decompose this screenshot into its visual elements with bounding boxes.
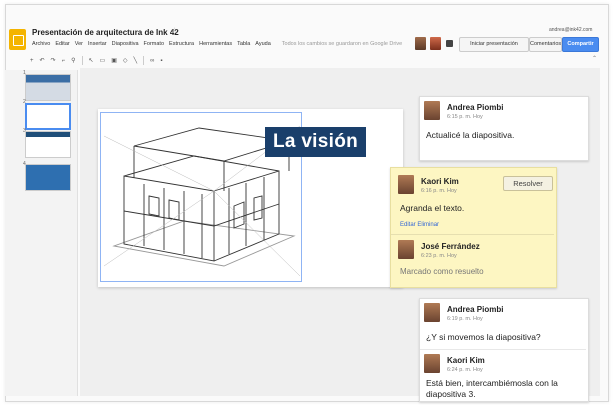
save-status: Todos los cambios se guardaron en Google… bbox=[281, 41, 403, 47]
comment-time: 6:16 p. m. Hoy bbox=[421, 188, 457, 194]
menu-ayuda[interactable]: Ayuda bbox=[255, 41, 271, 47]
toolbar-divider bbox=[143, 56, 145, 65]
menu-archivo[interactable]: Archivo bbox=[32, 41, 50, 47]
comment-author: Andrea Piombi bbox=[447, 103, 504, 112]
paint-format-icon[interactable]: ⌐ bbox=[62, 58, 66, 64]
menu-estructura[interactable]: Estructura bbox=[169, 41, 194, 47]
present-button[interactable]: Iniciar presentación bbox=[459, 37, 529, 52]
menu-tabla[interactable]: Tabla bbox=[237, 41, 250, 47]
slide-thumbnail-1[interactable] bbox=[25, 74, 71, 101]
zoom-icon[interactable]: ⚲ bbox=[71, 57, 75, 64]
resolved-status: Marcado como resuelto bbox=[400, 267, 484, 276]
reply-author: José Ferrández bbox=[421, 242, 480, 251]
divider bbox=[391, 234, 554, 235]
reply-author: Kaori Kim bbox=[447, 356, 485, 365]
avatar bbox=[398, 175, 414, 194]
toolbar-divider bbox=[81, 56, 83, 65]
avatar bbox=[424, 354, 440, 373]
comment-card[interactable] bbox=[419, 96, 589, 161]
comment-actions: Editar Eliminar bbox=[400, 222, 439, 228]
edit-link[interactable]: Editar bbox=[400, 222, 416, 228]
slide-thumbnail-3[interactable] bbox=[25, 131, 71, 158]
collapse-toolbar-icon[interactable]: ⌃ bbox=[592, 55, 597, 62]
reply-text: Está bien, intercambiémosla con la diapo… bbox=[426, 378, 558, 399]
slide-title[interactable]: La visión bbox=[265, 127, 366, 157]
add-slide-icon[interactable]: + bbox=[30, 58, 34, 64]
toolbar: + ↶ ↷ ⌐ ⚲ ↖ ▭ ▣ ◇ ╲ ∞ ▪ bbox=[30, 55, 598, 66]
undo-icon[interactable]: ↶ bbox=[40, 57, 45, 64]
avatar bbox=[424, 101, 440, 120]
comment-text: Actualicé la diapositiva. bbox=[426, 130, 515, 140]
link-icon[interactable]: ∞ bbox=[150, 58, 154, 64]
delete-link[interactable]: Eliminar bbox=[417, 222, 439, 228]
line-icon[interactable]: ╲ bbox=[134, 57, 138, 64]
menu-bar: Archivo Editar Ver Insertar Diapositiva … bbox=[32, 41, 402, 47]
menu-editar[interactable]: Editar bbox=[55, 41, 69, 47]
avatar bbox=[398, 240, 414, 259]
menu-ver[interactable]: Ver bbox=[75, 41, 83, 47]
comment-text: Agranda el texto. bbox=[400, 203, 465, 213]
account-email[interactable]: andrea@ink42.com bbox=[549, 27, 592, 33]
menu-herramientas[interactable]: Herramientas bbox=[199, 41, 232, 47]
comment-author: Kaori Kim bbox=[421, 177, 459, 186]
resolve-button[interactable]: Resolver bbox=[503, 176, 553, 191]
comment-time: 6:19 p. m. Hoy bbox=[447, 316, 483, 322]
slides-logo-icon bbox=[13, 35, 24, 46]
reply-time: 6:23 p. m. Hoy bbox=[421, 253, 457, 259]
redo-icon[interactable]: ↷ bbox=[51, 57, 56, 64]
comment-add-icon[interactable]: ▪ bbox=[160, 58, 162, 64]
comments-button[interactable]: Comentarios bbox=[529, 37, 562, 52]
collaborator-avatar[interactable] bbox=[415, 37, 426, 50]
avatar bbox=[424, 303, 440, 322]
comment-time: 6:15 p. m. Hoy bbox=[447, 114, 483, 120]
share-button[interactable]: Compartir bbox=[562, 37, 599, 52]
comment-author: Andrea Piombi bbox=[447, 305, 504, 314]
slide-thumbnail-4[interactable] bbox=[25, 164, 71, 191]
reply-time: 6:24 p. m. Hoy bbox=[447, 367, 483, 373]
star-icon[interactable]: ☆ bbox=[171, 26, 178, 35]
chat-icon[interactable] bbox=[446, 40, 453, 47]
textbox-icon[interactable]: ▭ bbox=[100, 57, 106, 64]
comment-text: ¿Y si movemos la diapositiva? bbox=[426, 332, 541, 342]
menu-diapositiva[interactable]: Diapositiva bbox=[112, 41, 139, 47]
slides-logo[interactable] bbox=[9, 29, 26, 50]
menu-formato[interactable]: Formato bbox=[144, 41, 164, 47]
divider bbox=[420, 349, 586, 350]
document-title[interactable]: Presentación de arquitectura de Ink 42 bbox=[32, 28, 179, 37]
select-icon[interactable]: ↖ bbox=[89, 57, 94, 64]
shape-icon[interactable]: ◇ bbox=[123, 57, 128, 64]
collaborator-avatar[interactable] bbox=[430, 37, 441, 50]
menu-insertar[interactable]: Insertar bbox=[88, 41, 107, 47]
slide-thumbnail-2[interactable] bbox=[25, 103, 71, 130]
image-icon[interactable]: ▣ bbox=[111, 57, 117, 64]
